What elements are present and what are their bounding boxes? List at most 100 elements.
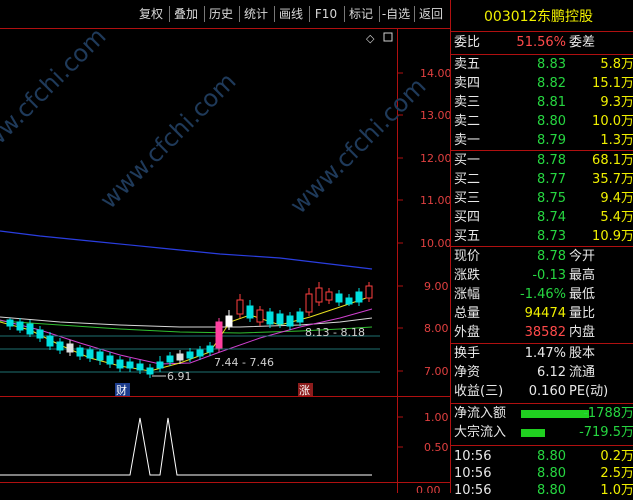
stock-code: 003012 [484,9,538,25]
toolbar-divider [344,6,345,22]
level-label: 买四 [454,210,481,225]
history-button[interactable]: 历史 [206,4,236,24]
price-tick: 12.00 [420,152,450,165]
level-price: 8.83 [537,57,566,72]
level-qty: 9.4万 [600,191,633,206]
candle-body [256,309,264,323]
candle-body [56,341,64,351]
sell-level-row[interactable]: 卖一 8.79 1.3万 [451,132,633,150]
fund-flow-row: 大宗流入 -719.5万 [451,424,633,442]
buy-level-row[interactable]: 买二 8.77 35.7万 [451,171,633,189]
flow-bar [521,410,589,418]
shrink-icon[interactable] [383,32,393,42]
stat-label: 现价 [454,249,481,264]
stat-value: 0.160 [528,384,566,399]
stat-row: 换手 1.47% 股本 [451,345,633,363]
candle-body [6,319,14,327]
candle-body [116,359,124,369]
candle-body [96,351,104,361]
quote-panel: 003012 东鹏控股 委比 51.56% 委差 卖五 8.83 5.8万 卖四 8.8… [450,0,633,498]
tick-row: 10:56 8.80 2.5万 [451,465,633,483]
candle-body [166,355,174,363]
tick-price: 8.80 [537,483,566,498]
stat-row: 总量 94474 量比 [451,305,633,323]
stat-label-2: 股本 [569,346,596,361]
candle-body [196,349,204,357]
buy-level-row[interactable]: 买四 8.74 5.4万 [451,209,633,227]
candle-body [106,355,114,365]
svg-text:www.cfchi.com: www.cfchi.com [94,67,241,214]
stock-terminal: 复权 叠加 历史 统计 画线 F10 标记 -自选 返回 www.cfchi.c… [0,0,633,498]
sell-level-row[interactable]: 卖三 8.81 9.3万 [451,94,633,112]
diamond-icon[interactable]: ◇ [366,32,375,45]
panel-divider [451,246,633,247]
candle-body [276,313,284,325]
stat-value: -0.13 [532,268,566,283]
candle-body [335,293,343,303]
panel-divider [451,445,633,446]
indicator-line [0,417,372,476]
level-price: 8.79 [537,133,566,148]
stat-label: 净资 [454,365,481,380]
toolbar-divider [239,6,240,22]
buy-level-row[interactable]: 买五 8.73 10.9万 [451,228,633,246]
level-price: 8.77 [537,172,566,187]
price-tick: 13.00 [420,109,450,122]
candle-body [66,343,74,353]
svg-text:www.cfchi.com: www.cfchi.com [0,28,111,169]
tick-time: 10:56 [454,466,492,481]
tick-qty: 0.2万 [600,449,633,464]
sell-level-row[interactable]: 卖五 8.83 5.8万 [451,56,633,74]
price-tick: 10.00 [420,237,450,250]
tick-row: 10:56 8.80 1.0万 [451,482,633,500]
sell-level-row[interactable]: 卖二 8.80 10.0万 [451,113,633,131]
stat-row: 净资 6.12 流通 [451,364,633,382]
level-label: 买二 [454,172,481,187]
range-label: 8.13 - 8.18 [305,326,365,339]
limit-up-marker-label: 涨 [299,384,310,397]
draw-line-button[interactable]: 画线 [276,4,306,24]
stat-label-2: 流通 [569,365,596,380]
level-label: 买五 [454,229,481,244]
candle-body [246,305,254,319]
remove-watchlist-button[interactable]: -自选 [380,4,412,24]
stat-label: 总量 [454,306,481,321]
indicator-tick: 0.50 [424,441,449,454]
stat-label-2: 最高 [569,268,596,283]
candle-body [206,345,214,353]
f10-button[interactable]: F10 [311,4,341,24]
mark-button[interactable]: 标记 [346,4,376,24]
candle-body [236,299,244,315]
buy-level-row[interactable]: 买三 8.75 9.4万 [451,190,633,208]
back-button[interactable]: 返回 [416,4,446,24]
candle-body [325,291,333,301]
statistics-button[interactable]: 统计 [241,4,271,24]
level-price: 8.80 [537,114,566,129]
flow-bar [521,429,545,437]
stat-label-2: PE(动) [569,384,609,399]
level-label: 卖五 [454,57,481,72]
flow-value: -719.5万 [579,425,633,440]
fund-flow-row: 净流入额 -1788万 [451,405,633,423]
level-qty: 5.8万 [600,57,633,72]
stat-row: 涨跌 -0.13 最高 [451,267,633,285]
indicator-tick: 1.00 [424,411,449,424]
stat-label-2: 内盘 [569,325,596,340]
kline-chart[interactable]: www.cfchi.com www.cfchi.com www.cfchi.co… [0,28,450,493]
overlay-button[interactable]: 叠加 [171,4,201,24]
candle-body [305,293,313,313]
tick-price: 8.80 [537,466,566,481]
level-label: 卖三 [454,95,481,110]
level-label: 买三 [454,191,481,206]
level-price: 8.75 [537,191,566,206]
fuquan-button[interactable]: 复权 [136,4,166,24]
stat-value: 94474 [524,306,566,321]
indicator-tick: 0.00 [416,484,441,493]
sell-level-row[interactable]: 卖四 8.82 15.1万 [451,75,633,93]
stock-name: 东鹏控股 [537,9,593,25]
stat-value: 8.78 [537,249,566,264]
toolbar-divider [204,6,205,22]
level-qty: 10.0万 [592,114,633,129]
buy-level-row[interactable]: 买一 8.78 68.1万 [451,152,633,170]
level-qty: 9.3万 [600,95,633,110]
